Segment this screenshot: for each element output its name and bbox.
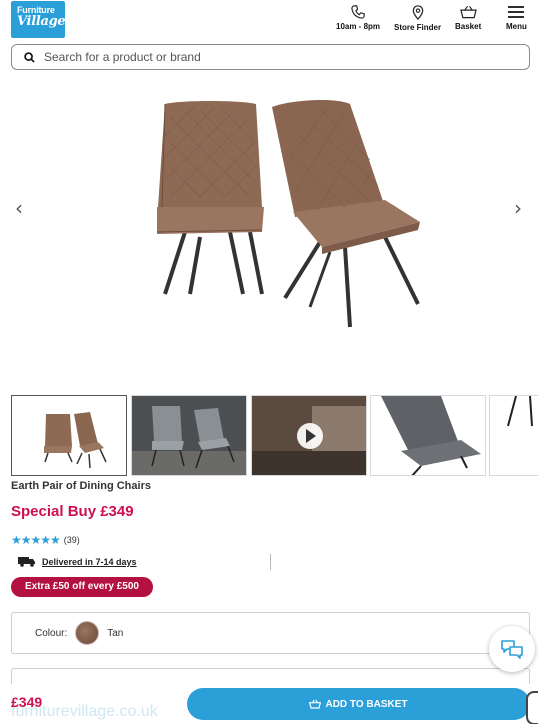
store-finder-label: Store Finder — [394, 23, 442, 32]
search-input[interactable] — [44, 50, 494, 64]
tan-colour-swatch[interactable] — [75, 621, 100, 645]
thumbnail-2[interactable] — [131, 395, 247, 476]
colour-label: Colour: — [35, 627, 68, 639]
offer-badge[interactable]: Extra £50 off every £500 — [11, 577, 153, 597]
search-icon — [24, 51, 35, 63]
product-title: Earth Pair of Dining Chairs — [11, 480, 151, 492]
chat-bubbles-icon — [501, 640, 523, 659]
logo-line-2: Village — [17, 14, 66, 29]
carousel-prev-arrow[interactable]: ‹ — [15, 196, 23, 220]
basket-icon — [459, 5, 477, 19]
sticky-price: £349 — [11, 694, 43, 710]
basket-link[interactable]: Basket — [455, 5, 481, 31]
dining-chairs-image — [156, 100, 420, 328]
carousel-next-arrow[interactable]: › — [514, 196, 522, 220]
thumbnail-4[interactable] — [370, 395, 486, 476]
chat-button[interactable] — [489, 626, 535, 672]
thumbnail-chair-legs-image — [507, 396, 533, 427]
phone-icon — [351, 5, 365, 19]
add-to-basket-label: ADD TO BASKET — [325, 698, 408, 710]
review-count: (39) — [63, 535, 80, 545]
store-finder-link[interactable]: Store Finder — [394, 5, 441, 32]
phone-link[interactable]: 10am - 8pm — [336, 5, 380, 31]
thumbnail-5[interactable] — [489, 395, 538, 476]
location-pin-icon — [412, 5, 423, 20]
menu-button[interactable]: Menu — [506, 5, 527, 31]
delivery-info[interactable]: Delivered in 7-14 days — [18, 556, 137, 567]
thumbnail-grey-chairs-room-image — [132, 396, 246, 475]
colour-selector[interactable]: Colour: Tan — [11, 612, 530, 654]
thumbnail-1[interactable] — [11, 395, 127, 476]
site-header: Furniture Village 10am - 8pm Store Finde… — [0, 0, 538, 42]
colour-value: Tan — [107, 627, 124, 639]
thumbnail-tan-chairs-image — [44, 412, 107, 469]
product-price: Special Buy £349 — [11, 503, 134, 520]
sticky-purchase-bar: furniturevillage.co.uk £349 ADD TO BASKE… — [0, 684, 538, 724]
hamburger-menu-icon — [508, 6, 525, 18]
basket-label: Basket — [455, 22, 482, 31]
basket-icon — [309, 699, 322, 709]
delivery-truck-icon — [18, 557, 35, 567]
menu-label: Menu — [506, 22, 527, 31]
rating-summary[interactable]: ★★★★★ (39) — [11, 533, 80, 547]
brand-logo[interactable]: Furniture Village — [11, 1, 66, 38]
divider — [270, 554, 271, 570]
delivery-link[interactable]: Delivered in 7-14 days — [42, 557, 137, 567]
phone-hours-label: 10am - 8pm — [336, 22, 381, 31]
thumbnail-grey-chair-closeup-image — [381, 396, 481, 475]
star-rating-icon: ★★★★★ — [11, 533, 61, 547]
product-main-image[interactable]: ‹ › — [0, 82, 538, 382]
side-tab-handle[interactable] — [526, 691, 538, 724]
thumbnail-video-image — [252, 396, 366, 475]
search-bar[interactable] — [11, 44, 530, 70]
add-to-basket-button[interactable]: ADD TO BASKET — [187, 688, 530, 720]
thumbnail-3-video[interactable] — [251, 395, 367, 476]
thumbnail-strip — [11, 395, 538, 476]
